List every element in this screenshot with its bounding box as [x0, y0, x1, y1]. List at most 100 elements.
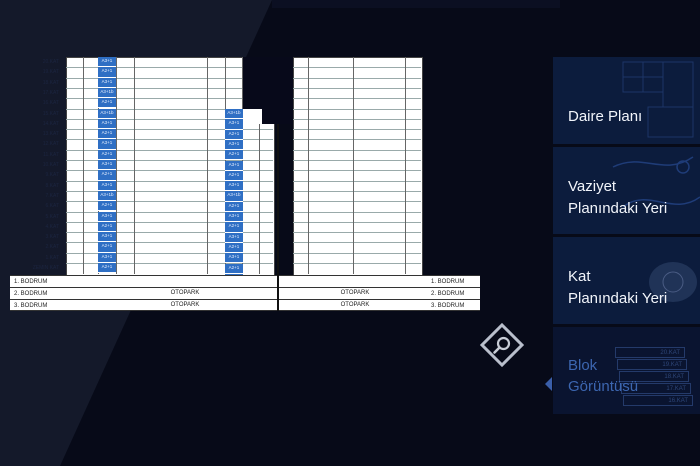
deco-floor-label: 20.KAT: [615, 347, 685, 358]
menu-label-line1: Vaziyet: [568, 178, 617, 195]
unit-divider: [207, 57, 208, 274]
floor-label: 10.KAT: [42, 162, 59, 168]
floor-line: [243, 160, 273, 161]
apartment-unit[interactable]: A2+1: [98, 98, 116, 109]
floor-line: [293, 211, 421, 213]
apartment-unit[interactable]: A3+1: [98, 211, 116, 222]
apartment-unit[interactable]: A3+1: [98, 232, 116, 243]
unit-divider: [259, 124, 260, 274]
apartment-unit[interactable]: A2+1: [98, 201, 116, 212]
floor-line: [243, 149, 273, 151]
apartment-unit[interactable]: A2+1: [225, 263, 243, 274]
floor-line: [293, 232, 421, 234]
floor-line: [66, 232, 242, 234]
basement-1-label-left: 1. BODRUM: [14, 279, 48, 285]
floor-label: 7.KAT: [45, 192, 59, 199]
apartment-unit[interactable]: A3+1b: [225, 191, 243, 202]
floor-line: [243, 180, 273, 182]
apartment-unit[interactable]: A3+1: [225, 160, 243, 171]
floor-line: [66, 98, 242, 100]
apartment-unit[interactable]: A2+1: [225, 150, 243, 161]
basement-2-label-right: 2. BODRUM: [431, 291, 465, 297]
floor-label: 18.KAT: [42, 79, 59, 86]
unit-divider: [134, 57, 135, 274]
apartment-unit[interactable]: A2+1: [225, 222, 243, 233]
apartment-unit[interactable]: A2+1: [98, 242, 116, 253]
floor-line: [66, 149, 242, 151]
apartment-unit[interactable]: A3+1: [225, 181, 243, 192]
block-elevation-viewer[interactable]: 20.KAT 19.KAT 18.KAT 17.KAT 16.KAT 15.KAT 14.K…: [0, 0, 540, 466]
menu-kat-plani[interactable]: Kat Planındaki Yeri: [553, 237, 700, 324]
floor-line: [293, 77, 421, 79]
apartment-unit[interactable]: A2+1: [225, 170, 243, 182]
menu-label-line2: Görüntüsü: [568, 378, 639, 395]
otopark-label: OTOPARK: [170, 290, 200, 296]
apartment-unit[interactable]: A3+1: [98, 180, 116, 191]
floor-line: [293, 190, 421, 192]
apartment-unit[interactable]: A3+1b: [98, 108, 116, 119]
apartment-unit[interactable]: A3+1: [98, 57, 116, 68]
floor-line: [243, 232, 273, 234]
floor-label: 16.KAT: [42, 100, 59, 107]
floor-line: [243, 129, 273, 131]
apartment-unit[interactable]: A2+1: [225, 201, 243, 212]
apartment-unit[interactable]: A2+1: [98, 170, 116, 181]
apartment-unit[interactable]: A2+1: [98, 129, 116, 140]
apartment-unit[interactable]: A2+1: [225, 129, 243, 140]
menu-vaziyet[interactable]: Vaziyet Planındaki Yeri: [553, 147, 700, 234]
apartment-unit[interactable]: A3+1: [225, 119, 243, 130]
floor-line: [293, 170, 421, 172]
apartment-unit[interactable]: A3+1b: [98, 190, 116, 202]
floor-line: [293, 221, 421, 223]
floor-line: [66, 221, 242, 223]
floor-line: [66, 108, 242, 110]
floor-line: [243, 170, 273, 172]
basement-3-label-left: 3. BODRUM: [14, 303, 48, 309]
floor-line: [243, 211, 273, 213]
apartment-unit[interactable]: A3+1: [98, 139, 116, 150]
apartment-unit[interactable]: A2+1: [98, 221, 116, 233]
apartment-unit[interactable]: A3+1: [98, 118, 116, 130]
apartment-unit[interactable]: A3+1: [225, 212, 243, 223]
apartment-unit[interactable]: A3+1: [225, 253, 243, 264]
floor-label: 1.KAT: [45, 254, 59, 261]
floor-label: 8.KAT: [45, 182, 59, 189]
floor-line: [66, 139, 242, 141]
floor-line: [66, 160, 242, 161]
apartment-unit[interactable]: A3+1b: [225, 109, 243, 120]
floor-line: [293, 242, 421, 244]
apartment-unit[interactable]: A3+1: [98, 252, 116, 263]
apartment-unit[interactable]: A3+1: [225, 139, 243, 151]
active-indicator-arrow: [545, 377, 552, 391]
zoom-icon[interactable]: [480, 323, 524, 367]
deco-floor-label: 19.KAT: [617, 359, 687, 370]
floor-label: 17.KAT: [42, 89, 59, 96]
apartment-unit[interactable]: A2+1: [98, 149, 116, 160]
apartment-unit[interactable]: A3+1: [98, 77, 116, 88]
floor-line: [243, 190, 273, 192]
floor-label: 12.KAT: [42, 141, 59, 148]
floor-line: [66, 242, 242, 244]
unit-divider: [308, 57, 309, 274]
floor-label: 15.KAT: [42, 110, 59, 117]
floor-line: [293, 201, 421, 203]
floor-label: 11.KAT: [43, 151, 59, 158]
apartment-unit[interactable]: A3+1b: [98, 87, 116, 99]
otopark-label: OTOPARK: [340, 290, 370, 296]
floor-line: [293, 129, 421, 131]
apartment-unit[interactable]: A3+1: [98, 160, 116, 171]
floorplan-pattern-icon: [622, 61, 694, 138]
basement-2-row: 2. BODRUM OTOPARK OTOPARK 2. BODRUM: [10, 287, 480, 299]
apartment-unit[interactable]: A2+1: [98, 263, 116, 274]
floor-line: [66, 67, 242, 69]
apartment-unit[interactable]: A2+1: [225, 242, 243, 254]
apartment-unit[interactable]: A3+1: [225, 232, 243, 243]
menu-blok-goruntusu[interactable]: 20.KAT 19.KAT 18.KAT 17.KAT 16.KAT Blok Görü…: [553, 327, 700, 414]
floor-line: [293, 149, 421, 151]
apartment-unit[interactable]: A2+1: [98, 67, 116, 78]
menu-daire-plani[interactable]: Daire Planı: [553, 57, 700, 144]
floor-line: [243, 201, 273, 203]
basement-3-row: 3. BODRUM OTOPARK OTOPARK 3. BODRUM: [10, 299, 480, 311]
upper-gap: [243, 57, 293, 109]
floor-line: [66, 87, 242, 89]
